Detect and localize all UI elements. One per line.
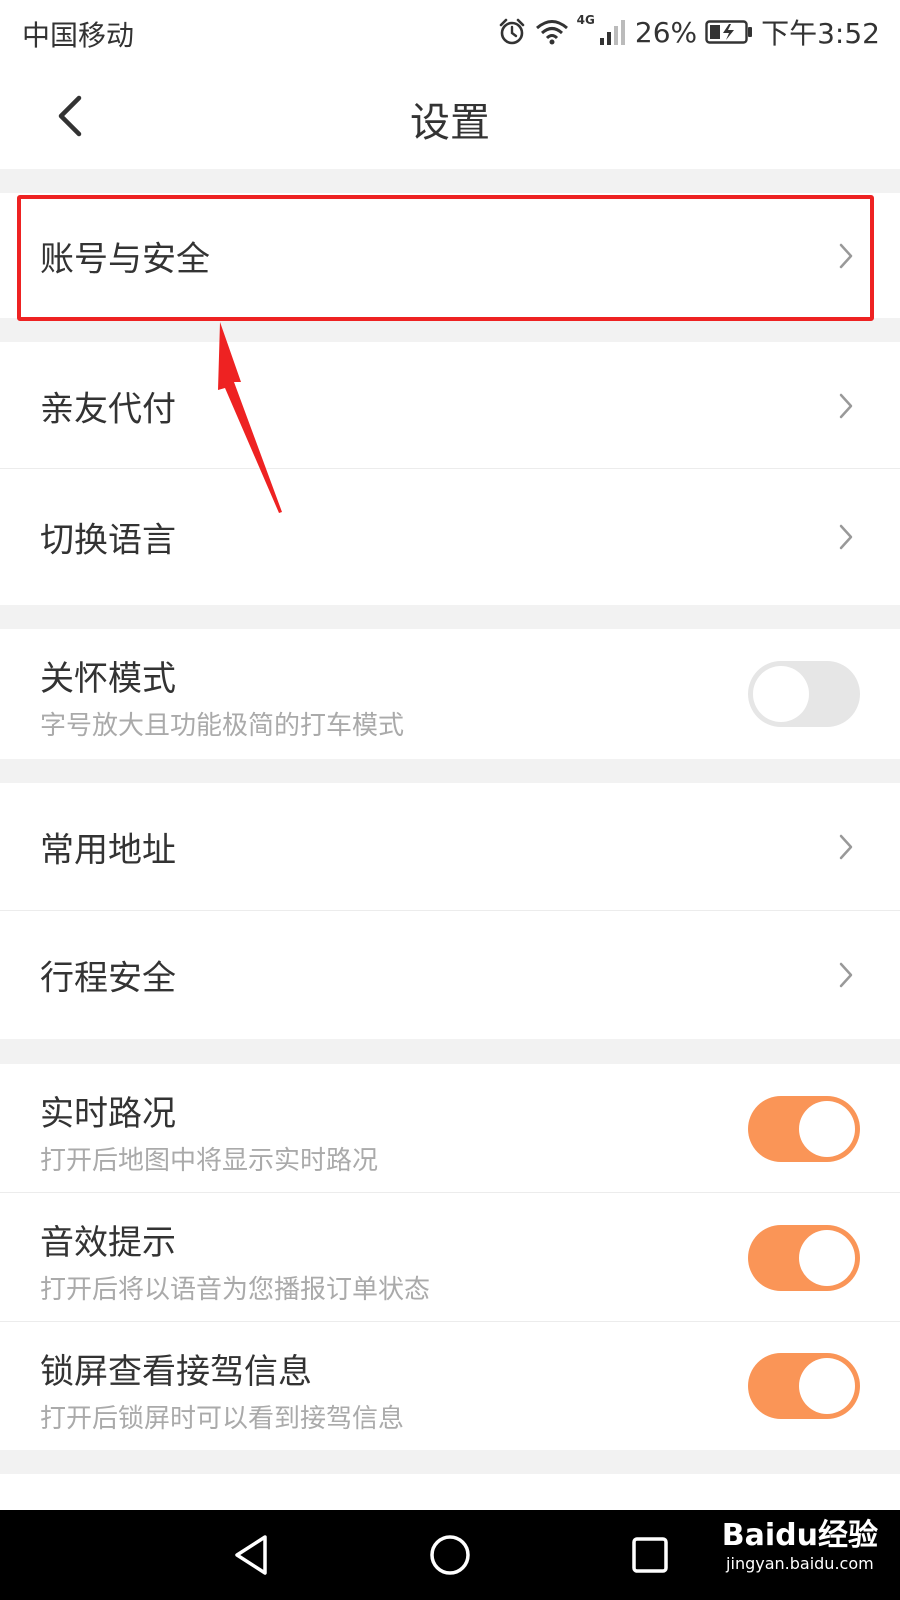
settings-item-label: 行程安全 [40, 958, 176, 999]
settings-item-switch-language[interactable]: 切换语言 [0, 469, 900, 605]
toggle-knob [753, 666, 809, 722]
settings-item-description: 打开后将以语音为您播报订单状态 [40, 1275, 431, 1305]
battery-percent: 26% [634, 15, 698, 49]
system-nav-bar: Baidu经验 jingyan.baidu.com [0, 1510, 900, 1600]
settings-item-care-mode: 关怀模式 字号放大且功能极简的打车模式 [0, 629, 900, 759]
page-header: 设置 [0, 64, 900, 169]
chevron-right-icon [839, 962, 853, 988]
battery-charging-icon [705, 19, 753, 45]
sound-prompt-toggle[interactable] [748, 1224, 860, 1291]
settings-item-sound-prompt: 音效提示 打开后将以语音为您播报订单状态 [0, 1193, 900, 1322]
carrier-name: 中国移动 [22, 19, 135, 52]
arrow-annotation [218, 322, 282, 513]
alarm-icon [497, 17, 527, 47]
watermark: Baidu经验 jingyan.baidu.com [722, 1518, 878, 1574]
chevron-right-icon [839, 243, 853, 268]
home-circle-icon [430, 1535, 470, 1575]
signal-icon [599, 18, 627, 46]
settings-item-label: 锁屏查看接驾信息 [40, 1352, 312, 1392]
toggle-knob [799, 1358, 855, 1414]
chevron-right-icon [839, 524, 853, 550]
lockscreen-info-toggle[interactable] [748, 1353, 860, 1419]
realtime-traffic-toggle[interactable] [748, 1095, 860, 1162]
toggle-knob [799, 1229, 855, 1286]
watermark-sub: jingyan.baidu.com [726, 1554, 874, 1573]
settings-item-realtime-traffic: 实时路况 打开后地图中将显示实时路况 [0, 1064, 900, 1193]
care-mode-toggle[interactable] [748, 661, 860, 727]
settings-item-label: 切换语言 [40, 520, 176, 561]
settings-item-label: 实时路况 [40, 1094, 176, 1134]
settings-item-common-address[interactable]: 常用地址 [0, 783, 900, 911]
chevron-right-icon [839, 834, 853, 860]
recents-square-icon [632, 1537, 668, 1573]
settings-item-account-security[interactable]: 账号与安全 [0, 193, 900, 318]
settings-item-label: 常用地址 [40, 830, 176, 871]
settings-item-description: 打开后锁屏时可以看到接驾信息 [40, 1404, 405, 1434]
status-bar: 中国移动 4G 26% 下午3:52 [0, 0, 900, 64]
settings-item-partial [0, 1474, 900, 1510]
nav-home-button[interactable] [425, 1530, 475, 1580]
settings-item-trip-safety[interactable]: 行程安全 [0, 911, 900, 1039]
wifi-icon [535, 18, 569, 46]
page-title: 设置 [410, 100, 490, 146]
network-type: 4G [576, 13, 595, 27]
settings-item-lockscreen-info: 锁屏查看接驾信息 打开后锁屏时可以看到接驾信息 [0, 1322, 900, 1450]
settings-item-description: 打开后地图中将显示实时路况 [40, 1146, 379, 1176]
status-icons: 4G 26% 下午3:52 [497, 12, 880, 52]
settings-item-label: 关怀模式 [40, 659, 176, 699]
nav-recents-button[interactable] [625, 1530, 675, 1580]
toggle-knob [799, 1100, 855, 1157]
settings-item-label: 音效提示 [40, 1223, 176, 1263]
settings-item-description: 字号放大且功能极简的打车模式 [40, 711, 405, 741]
clock-time: 下午3:52 [761, 17, 880, 50]
settings-item-label: 亲友代付 [40, 389, 176, 429]
settings-item-label: 账号与安全 [40, 239, 210, 279]
back-triangle-icon [235, 1535, 267, 1575]
watermark-main: Baidu经验 [721, 1518, 878, 1553]
nav-back-button[interactable] [226, 1530, 276, 1580]
chevron-right-icon [839, 393, 853, 418]
settings-item-family-pay[interactable]: 亲友代付 [0, 342, 900, 469]
